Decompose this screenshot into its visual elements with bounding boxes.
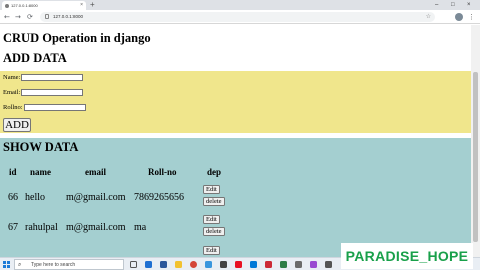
- add-data-heading: ADD DATA: [3, 51, 67, 65]
- column-header-rollno: Roll-no: [148, 167, 177, 177]
- cell-rollno: 7869265656: [134, 192, 184, 203]
- file-explorer-icon[interactable]: [175, 261, 182, 268]
- tab-title: 127.0.0.1:8000: [11, 3, 38, 8]
- maximize-button[interactable]: □: [451, 0, 455, 10]
- add-data-form: Name: Email: Rollno: ADD: [0, 71, 471, 133]
- search-icon: ⌕: [18, 261, 22, 268]
- cell-id: 66: [8, 192, 18, 203]
- new-tab-button[interactable]: +: [90, 0, 95, 10]
- column-header-id: id: [9, 167, 17, 177]
- browser-tab[interactable]: 127.0.0.1:8000 ×: [2, 1, 86, 10]
- column-header-name: name: [30, 167, 51, 177]
- page-title: CRUD Operation in django: [3, 31, 151, 45]
- delete-button[interactable]: delete: [203, 227, 225, 236]
- cell-email: m@gmail.com: [66, 192, 126, 203]
- windows-start-icon[interactable]: [3, 261, 10, 268]
- app-icon[interactable]: [310, 261, 317, 268]
- email-row: Email:: [3, 88, 84, 96]
- forward-button[interactable]: →: [15, 10, 21, 24]
- name-row: Name:: [3, 73, 84, 81]
- name-input[interactable]: [21, 73, 84, 81]
- excel-icon[interactable]: [280, 261, 287, 268]
- add-button[interactable]: ADD: [3, 118, 31, 132]
- name-label: Name:: [3, 73, 21, 81]
- settings-icon[interactable]: [295, 261, 302, 268]
- column-header-dep: dep: [207, 167, 222, 177]
- address-bar-row: ← → ⟳ 127.0.0.1:8000 ☆ ⋮: [0, 10, 480, 24]
- scrollbar-thumb[interactable]: [473, 72, 478, 242]
- globe-icon: [5, 3, 9, 8]
- email-input[interactable]: [21, 88, 84, 96]
- rollno-input[interactable]: [23, 103, 86, 111]
- rollno-row: Rollno:: [3, 103, 86, 111]
- watermark: PARADISE_HOPE: [341, 243, 473, 269]
- edge-icon[interactable]: [145, 261, 152, 268]
- column-header-email: email: [85, 167, 106, 177]
- media-icon[interactable]: [235, 261, 242, 268]
- menu-icon[interactable]: ⋮: [468, 10, 475, 24]
- app-icon[interactable]: [325, 261, 332, 268]
- app-icon[interactable]: [265, 261, 272, 268]
- reload-button[interactable]: ⟳: [27, 10, 33, 24]
- bookmark-star-icon[interactable]: ☆: [426, 12, 431, 22]
- back-button[interactable]: ←: [4, 10, 10, 24]
- info-icon[interactable]: [45, 14, 49, 19]
- mail-icon[interactable]: [250, 261, 257, 268]
- show-data-heading: SHOW DATA: [3, 140, 79, 154]
- email-label: Email:: [3, 88, 21, 96]
- url-text[interactable]: 127.0.0.1:8000: [53, 12, 83, 22]
- cell-name: hello: [25, 192, 45, 203]
- cell-email: m@gmail.com: [66, 222, 126, 233]
- taskbar-search-box[interactable]: ⌕ Type here to search: [14, 259, 124, 270]
- page-content: CRUD Operation in django ADD DATA Name: …: [0, 25, 471, 257]
- edit-button[interactable]: Edit: [203, 185, 220, 194]
- terminal-icon[interactable]: [220, 261, 227, 268]
- close-window-button[interactable]: ×: [467, 0, 471, 10]
- minimize-button[interactable]: –: [435, 0, 438, 10]
- show-data-section: SHOW DATA id name email Roll-no dep 66 h…: [0, 138, 471, 257]
- vertical-scrollbar[interactable]: [471, 25, 480, 257]
- address-bar[interactable]: 127.0.0.1:8000 ☆: [40, 12, 435, 22]
- edit-button[interactable]: Edit: [203, 215, 220, 224]
- vscode-icon[interactable]: [205, 261, 212, 268]
- search-placeholder: Type here to search: [31, 262, 76, 268]
- word-icon[interactable]: [160, 261, 167, 268]
- tab-close-icon[interactable]: ×: [80, 1, 83, 10]
- cell-id: 67: [8, 222, 18, 233]
- rollno-label: Rollno:: [3, 103, 23, 111]
- delete-button[interactable]: delete: [203, 197, 225, 206]
- tab-strip: 127.0.0.1:8000 × + – □ ×: [0, 0, 480, 10]
- cell-name: rahulpal: [25, 222, 58, 233]
- profile-avatar[interactable]: [455, 13, 463, 21]
- task-view-icon[interactable]: [130, 261, 137, 268]
- cell-rollno: ma: [134, 222, 147, 233]
- edit-button[interactable]: Edit: [203, 246, 220, 255]
- chrome-icon[interactable]: [190, 261, 197, 268]
